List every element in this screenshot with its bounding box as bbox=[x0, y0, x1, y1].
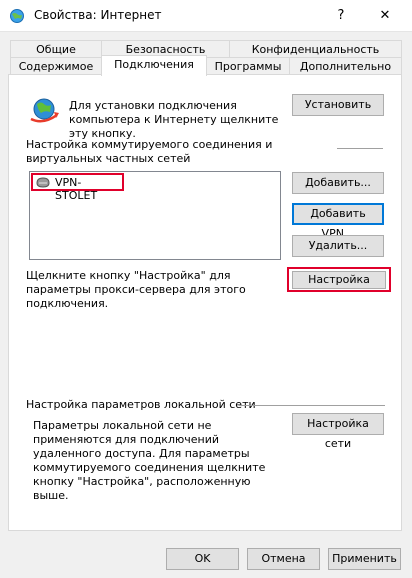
ok-button[interactable]: OK bbox=[166, 548, 239, 570]
tab-content[interactable]: Содержимое bbox=[10, 57, 102, 75]
list-item[interactable]: VPN-STOLET bbox=[31, 173, 124, 202]
vpn-group-divider bbox=[337, 148, 383, 149]
add-button[interactable]: Добавить... bbox=[292, 172, 384, 194]
tab-general[interactable]: Общие bbox=[10, 40, 102, 58]
settings-button[interactable]: Настройка bbox=[292, 271, 386, 289]
title-bar: Свойства: Интернет ? ✕ bbox=[0, 0, 412, 32]
close-button[interactable]: ✕ bbox=[362, 0, 408, 31]
lan-group-divider bbox=[239, 405, 385, 406]
tab-privacy[interactable]: Конфиденциальность bbox=[229, 40, 402, 58]
setup-description: Для установки подключения компьютера к И… bbox=[69, 99, 279, 140]
lan-settings-button[interactable]: Настройка сети bbox=[292, 413, 384, 450]
window-title: Свойства: Интернет bbox=[34, 8, 162, 22]
network-connection-icon bbox=[36, 177, 50, 188]
delete-button[interactable]: Удалить... bbox=[292, 235, 384, 257]
settings-highlight: Настройка bbox=[287, 267, 391, 292]
help-button[interactable]: ? bbox=[318, 0, 364, 31]
globe-network-icon bbox=[30, 98, 59, 123]
connections-panel: Для установки подключения компьютера к И… bbox=[8, 74, 402, 531]
setup-button[interactable]: Установить bbox=[292, 94, 384, 116]
add-vpn-button[interactable]: Добавить VPN... bbox=[292, 203, 384, 240]
list-item-label: VPN-STOLET bbox=[55, 176, 98, 202]
lan-group-label: Настройка параметров локальной сети bbox=[26, 398, 256, 411]
proxy-description: Щелкните кнопку "Настройка" для параметр… bbox=[26, 269, 246, 310]
vpn-group-label: Настройка коммутируемого соединения и ви… bbox=[26, 138, 273, 165]
apply-button[interactable]: Применить bbox=[328, 548, 401, 570]
tab-connections[interactable]: Подключения bbox=[101, 55, 207, 76]
connections-list[interactable]: VPN-STOLET bbox=[29, 171, 281, 260]
internet-options-icon bbox=[10, 9, 24, 23]
tab-advanced[interactable]: Дополнительно bbox=[289, 57, 402, 75]
lan-description: Параметры локальной сети не применяются … bbox=[33, 419, 266, 502]
tab-programs[interactable]: Программы bbox=[206, 57, 290, 75]
cancel-button[interactable]: Отмена bbox=[247, 548, 320, 570]
